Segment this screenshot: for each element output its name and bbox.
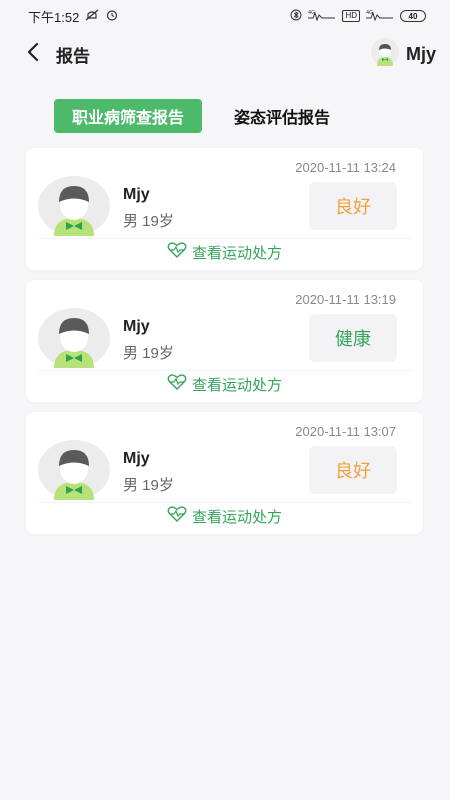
patient-name: Mjy (123, 450, 150, 467)
alarm-icon (105, 9, 119, 24)
status-bar: 下午1:52 4G HD 4G 40 (0, 0, 450, 32)
header: 报告 Mjy (0, 32, 450, 76)
divider (38, 238, 411, 239)
user-name: Mjy (405, 43, 436, 64)
avatar (38, 440, 110, 500)
status-time: 下午1:52 (28, 9, 80, 25)
status-badge[interactable]: 健康 (309, 314, 397, 362)
signal-icon-2: 4G (366, 9, 394, 24)
avatar (370, 37, 399, 71)
chevron-left-icon (26, 42, 40, 67)
prescription-link-label: 查看运动处方 (191, 244, 282, 262)
back-button[interactable] (22, 42, 44, 66)
tab-occupational-screening[interactable]: 职业病筛查报告 (54, 99, 203, 133)
battery-icon: 40 (400, 10, 426, 22)
heart-pulse-icon (167, 506, 187, 526)
patient-meta: 男 19岁 (123, 345, 174, 362)
status-left: 下午1:52 (28, 7, 119, 26)
view-prescription-link[interactable]: 查看运动处方 (26, 504, 423, 528)
prescription-link-label: 查看运动处方 (191, 376, 282, 394)
patient-meta: 男 19岁 (123, 213, 174, 230)
report-date: 2020-11-11 13:07 (295, 424, 396, 439)
status-badge[interactable]: 良好 (309, 446, 397, 494)
patient-name: Mjy (123, 186, 150, 203)
user-profile[interactable]: Mjy (370, 37, 436, 71)
page-title: 报告 (56, 46, 90, 66)
avatar (38, 308, 110, 368)
status-badge[interactable]: 良好 (309, 182, 397, 230)
heart-pulse-icon (167, 242, 187, 262)
heart-pulse-icon (167, 374, 187, 394)
silent-icon (85, 9, 99, 24)
report-card[interactable]: 2020-11-11 13:07 Mjy 男 19岁 良好 查看运动处方 (26, 412, 423, 534)
avatar (38, 176, 110, 236)
status-right: 4G HD 4G 40 (290, 9, 426, 24)
patient-name: Mjy (123, 318, 150, 335)
bluetooth-icon (290, 9, 302, 24)
view-prescription-link[interactable]: 查看运动处方 (26, 240, 423, 264)
divider (38, 502, 411, 503)
report-date: 2020-11-11 13:19 (295, 292, 396, 307)
divider (38, 370, 411, 371)
signal-icon: 4G (308, 9, 336, 24)
report-card[interactable]: 2020-11-11 13:19 Mjy 男 19岁 健康 查看运动处方 (26, 280, 423, 402)
view-prescription-link[interactable]: 查看运动处方 (26, 372, 423, 396)
report-date: 2020-11-11 13:24 (295, 160, 396, 175)
report-card[interactable]: 2020-11-11 13:24 Mjy 男 19岁 良好 查看运动处方 (26, 148, 423, 270)
header-left: 报告 (22, 42, 90, 67)
patient-meta: 男 19岁 (123, 477, 174, 494)
prescription-link-label: 查看运动处方 (191, 508, 282, 526)
tab-posture-assessment[interactable]: 姿态评估报告 (220, 99, 344, 133)
report-tabs: 职业病筛查报告 姿态评估报告 (54, 99, 344, 133)
hd-badge: HD (342, 10, 360, 22)
